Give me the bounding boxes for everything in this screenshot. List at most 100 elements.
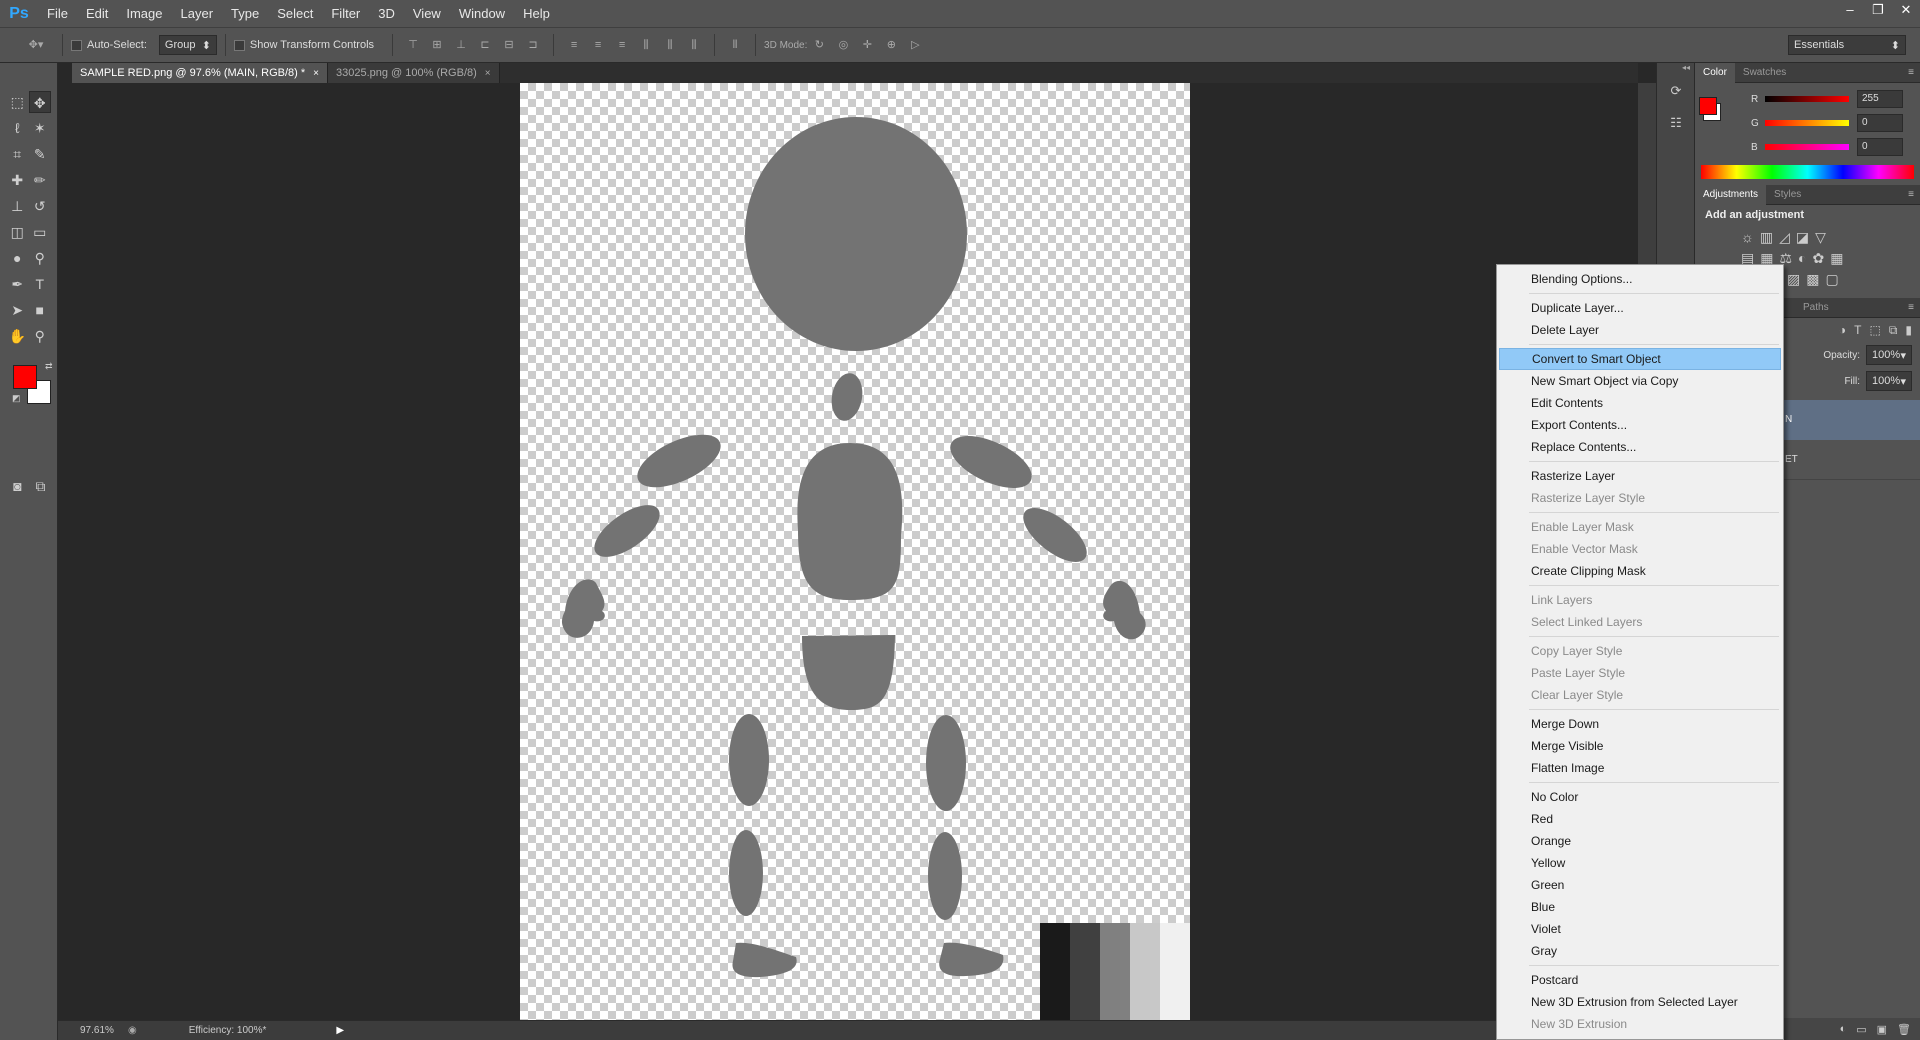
menu-window[interactable]: Window bbox=[450, 0, 514, 27]
dodge-tool-icon[interactable]: ⚲ bbox=[29, 247, 51, 269]
tab-adjustments[interactable]: Adjustments bbox=[1695, 184, 1767, 205]
3d-scale-icon[interactable]: ▷ bbox=[906, 36, 924, 54]
tab-styles[interactable]: Styles bbox=[1766, 185, 1809, 205]
distribute-hcenter-icon[interactable]: ⫼ bbox=[661, 36, 679, 54]
context-item-flatten-image[interactable]: Flatten Image bbox=[1499, 757, 1781, 779]
3d-roll-icon[interactable]: ◎ bbox=[834, 36, 852, 54]
filter-toggle-icon[interactable]: ▮ bbox=[1905, 323, 1912, 337]
status-info-icon[interactable]: ◉ bbox=[128, 1025, 137, 1036]
eyedropper-tool-icon[interactable]: ✎ bbox=[29, 143, 51, 165]
r-slider[interactable] bbox=[1765, 96, 1849, 102]
distribute-left-icon[interactable]: ⫼ bbox=[637, 36, 655, 54]
context-item-export-contents[interactable]: Export Contents... bbox=[1499, 414, 1781, 436]
swap-colors-icon[interactable]: ⇄ bbox=[45, 361, 53, 372]
context-item-orange[interactable]: Orange bbox=[1499, 830, 1781, 852]
context-item-new-smart-object-via-copy[interactable]: New Smart Object via Copy bbox=[1499, 370, 1781, 392]
align-right-icon[interactable]: ⊐ bbox=[524, 36, 542, 54]
menu-help[interactable]: Help bbox=[514, 0, 559, 27]
align-hcenter-icon[interactable]: ⊟ bbox=[500, 36, 518, 54]
eraser-tool-icon[interactable]: ◫ bbox=[6, 221, 28, 243]
menu-type[interactable]: Type bbox=[222, 0, 268, 27]
menu-3d[interactable]: 3D bbox=[369, 0, 404, 27]
context-item-gray[interactable]: Gray bbox=[1499, 940, 1781, 962]
default-colors-icon[interactable]: ◩ bbox=[12, 393, 21, 404]
distribute-bottom-icon[interactable]: ≡ bbox=[613, 36, 631, 54]
context-item-replace-contents[interactable]: Replace Contents... bbox=[1499, 436, 1781, 458]
context-item-delete-layer[interactable]: Delete Layer bbox=[1499, 319, 1781, 341]
b-slider[interactable] bbox=[1765, 144, 1849, 150]
3d-slide-icon[interactable]: ⊕ bbox=[882, 36, 900, 54]
screen-mode-icon[interactable]: ⧉ bbox=[30, 475, 52, 497]
context-item-new-3d-extrusion-from-selected-layer[interactable]: New 3D Extrusion from Selected Layer bbox=[1499, 991, 1781, 1013]
selective-color-icon[interactable]: ▢ bbox=[1825, 271, 1838, 288]
magic-wand-tool-icon[interactable]: ✶ bbox=[29, 117, 51, 139]
clone-stamp-tool-icon[interactable]: ⊥ bbox=[6, 195, 28, 217]
new-group-icon[interactable]: ▭ bbox=[1856, 1023, 1866, 1036]
distribute-top-icon[interactable]: ≡ bbox=[565, 36, 583, 54]
align-left-icon[interactable]: ⊏ bbox=[476, 36, 494, 54]
context-item-convert-to-smart-object[interactable]: Convert to Smart Object bbox=[1499, 348, 1781, 370]
fill-field[interactable]: 100% ▾ bbox=[1866, 371, 1912, 391]
quick-mask-icon[interactable]: ◙ bbox=[7, 475, 29, 497]
g-value[interactable]: 0 bbox=[1857, 114, 1903, 132]
tab-33025[interactable]: 33025.png @ 100% (RGB/8) × bbox=[327, 63, 500, 83]
menu-view[interactable]: View bbox=[404, 0, 450, 27]
align-vcenter-icon[interactable]: ⊞ bbox=[428, 36, 446, 54]
properties-panel-icon[interactable]: ☷ bbox=[1663, 111, 1689, 135]
context-item-blue[interactable]: Blue bbox=[1499, 896, 1781, 918]
panel-menu-icon[interactable]: ≡ bbox=[1908, 67, 1920, 78]
rectangle-tool-icon[interactable]: ■ bbox=[29, 299, 51, 321]
context-item-merge-down[interactable]: Merge Down bbox=[1499, 713, 1781, 735]
levels-icon[interactable]: ▥ bbox=[1760, 229, 1773, 246]
align-top-icon[interactable]: ⊤ bbox=[404, 36, 422, 54]
3d-rotate-icon[interactable]: ↻ bbox=[810, 36, 828, 54]
context-item-postcard[interactable]: Postcard bbox=[1499, 969, 1781, 991]
tab-color[interactable]: Color bbox=[1695, 62, 1735, 83]
marquee-tool-icon[interactable]: ⬚ bbox=[6, 91, 28, 113]
menu-file[interactable]: File bbox=[38, 0, 77, 27]
g-slider[interactable] bbox=[1765, 120, 1849, 126]
context-item-no-color[interactable]: No Color bbox=[1499, 786, 1781, 808]
color-spectrum-bar[interactable] bbox=[1701, 165, 1914, 179]
distribute-right-icon[interactable]: ⫼ bbox=[685, 36, 703, 54]
color-panel-fg-swatch[interactable] bbox=[1699, 97, 1717, 115]
restore-button[interactable]: ❐ bbox=[1864, 0, 1892, 22]
curves-icon[interactable]: ◿ bbox=[1779, 229, 1790, 246]
tab-sample-red[interactable]: SAMPLE RED.png @ 97.6% (MAIN, RGB/8) * × bbox=[72, 63, 328, 83]
panel-menu-icon[interactable]: ≡ bbox=[1908, 302, 1920, 313]
b-value[interactable]: 0 bbox=[1857, 138, 1903, 156]
black-white-icon[interactable]: ◐ bbox=[1798, 250, 1806, 267]
gradient-tool-icon[interactable]: ▭ bbox=[29, 221, 51, 243]
menu-image[interactable]: Image bbox=[117, 0, 171, 27]
brush-tool-icon[interactable]: ✏ bbox=[29, 169, 51, 191]
filter-smart-icon[interactable]: ⧉ bbox=[1889, 323, 1898, 338]
new-layer-icon[interactable]: ▣ bbox=[1877, 1023, 1887, 1036]
tab-paths[interactable]: Paths bbox=[1795, 298, 1837, 318]
minimize-button[interactable]: – bbox=[1836, 0, 1864, 22]
context-item-violet[interactable]: Violet bbox=[1499, 918, 1781, 940]
filter-shape-icon[interactable]: ⬚ bbox=[1869, 323, 1880, 337]
color-lookup-icon[interactable]: ▦ bbox=[1830, 250, 1843, 267]
context-item-merge-visible[interactable]: Merge Visible bbox=[1499, 735, 1781, 757]
workspace-switcher[interactable]: Essentials ⬍ bbox=[1788, 35, 1906, 55]
zoom-level[interactable]: 97.61% bbox=[80, 1025, 118, 1036]
auto-align-icon[interactable]: ⦀ bbox=[726, 36, 744, 54]
delete-layer-icon[interactable]: 🗑 bbox=[1897, 1023, 1911, 1036]
opacity-field[interactable]: 100% ▾ bbox=[1866, 345, 1912, 365]
hand-tool-icon[interactable]: ✋ bbox=[6, 325, 28, 347]
menu-filter[interactable]: Filter bbox=[322, 0, 369, 27]
auto-select-dropdown[interactable]: Group ⬍ bbox=[158, 35, 217, 55]
history-brush-tool-icon[interactable]: ↺ bbox=[29, 195, 51, 217]
context-item-yellow[interactable]: Yellow bbox=[1499, 852, 1781, 874]
context-item-blending-options[interactable]: Blending Options... bbox=[1499, 268, 1781, 290]
move-tool-icon[interactable]: ✥ bbox=[28, 91, 51, 113]
context-item-duplicate-layer[interactable]: Duplicate Layer... bbox=[1499, 297, 1781, 319]
context-item-edit-contents[interactable]: Edit Contents bbox=[1499, 392, 1781, 414]
zoom-tool-icon[interactable]: ⚲ bbox=[29, 325, 51, 347]
move-tool-preset-icon[interactable]: ✥▾ bbox=[21, 36, 51, 54]
lasso-tool-icon[interactable]: ℓ bbox=[6, 117, 28, 139]
3d-drag-icon[interactable]: ✛ bbox=[858, 36, 876, 54]
panel-menu-icon[interactable]: ≡ bbox=[1908, 189, 1920, 200]
filter-adjustment-icon[interactable]: ◑ bbox=[1839, 323, 1846, 337]
brightness-contrast-icon[interactable]: ☼ bbox=[1741, 229, 1754, 246]
